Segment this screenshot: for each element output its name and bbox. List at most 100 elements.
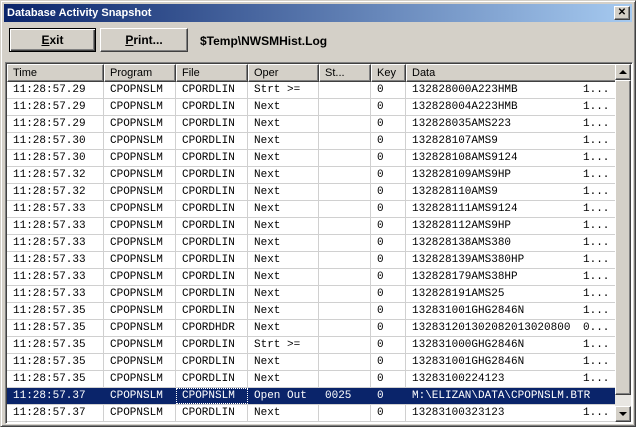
table-row[interactable]: 11:28:57.35 CPOPNSLM CPORDHDR Next 0 13283120… bbox=[7, 320, 617, 337]
print-mnemonic: P bbox=[125, 33, 134, 47]
cell-data-text: 13283100224123 bbox=[412, 373, 505, 385]
table-row[interactable]: 11:28:57.33 CPOPNSLM CPORDLIN Next 0 13282817… bbox=[7, 269, 617, 286]
cell-time: 11:28:57.35 bbox=[7, 354, 104, 370]
cell-file: CPORDLIN bbox=[176, 150, 248, 166]
column-header-oper[interactable]: Oper bbox=[248, 64, 319, 82]
cell-data-overflow: 1... bbox=[583, 237, 610, 249]
cell-data: 132828179AMS38HP 1... bbox=[406, 269, 617, 285]
cell-key: 0 bbox=[371, 167, 406, 183]
cell-key: 0 bbox=[371, 286, 406, 302]
cell-program: CPOPNSLM bbox=[104, 303, 176, 319]
cell-time: 11:28:57.35 bbox=[7, 320, 104, 336]
cell-data: 132828000A223HMB 1... bbox=[406, 82, 617, 98]
cell-time: 11:28:57.33 bbox=[7, 201, 104, 217]
cell-key: 0 bbox=[371, 201, 406, 217]
cell-file: CPORDLIN bbox=[176, 167, 248, 183]
cell-status bbox=[319, 167, 371, 183]
cell-data-text: 132828110AMS9 bbox=[412, 186, 498, 198]
column-header-program[interactable]: Program bbox=[104, 64, 176, 82]
cell-time: 11:28:57.32 bbox=[7, 184, 104, 200]
exit-button[interactable]: Exit bbox=[9, 28, 96, 52]
cell-time: 11:28:57.35 bbox=[7, 303, 104, 319]
cell-oper: Next bbox=[248, 371, 319, 387]
table-row[interactable]: 11:28:57.30 CPOPNSLM CPORDLIN Next 0 13282810… bbox=[7, 150, 617, 167]
cell-time: 11:28:57.37 bbox=[7, 405, 104, 421]
cell-time: 11:28:57.29 bbox=[7, 99, 104, 115]
cell-status bbox=[319, 303, 371, 319]
cell-data: 132828139AMS380HP 1... bbox=[406, 252, 617, 268]
cell-time: 11:28:57.29 bbox=[7, 116, 104, 132]
cell-data: 132831000GHG2846N 1... bbox=[406, 337, 617, 353]
table-row[interactable]: 11:28:57.30 CPOPNSLM CPORDLIN Next 0 13282810… bbox=[7, 133, 617, 150]
cell-data-text: 132828107AMS9 bbox=[412, 135, 498, 147]
close-icon: ✕ bbox=[617, 7, 627, 18]
cell-data-text: 132828111AMS9124 bbox=[412, 203, 518, 215]
cell-data-text: 132828108AMS9124 bbox=[412, 152, 518, 164]
cell-key: 0 bbox=[371, 269, 406, 285]
activity-list[interactable]: Time Program File Oper St... Key Data 11… bbox=[5, 62, 633, 424]
toolbar: Exit Print... $Temp\NWSMHist.Log bbox=[1, 25, 636, 59]
cell-file: CPORDLIN bbox=[176, 133, 248, 149]
cell-file: CPORDLIN bbox=[176, 405, 248, 421]
cell-data: 132831201302082013020800 0... bbox=[406, 320, 617, 336]
column-header-data[interactable]: Data bbox=[406, 64, 617, 82]
cell-status bbox=[319, 405, 371, 421]
cell-oper: Next bbox=[248, 320, 319, 336]
scroll-up-button[interactable] bbox=[615, 64, 631, 80]
list-rows: 11:28:57.29 CPOPNSLM CPORDLIN Strt >= 0 13282… bbox=[7, 82, 617, 422]
cell-program: CPOPNSLM bbox=[104, 320, 176, 336]
scroll-thumb[interactable] bbox=[615, 80, 631, 395]
cell-key: 0 bbox=[371, 388, 406, 404]
cell-data-text: 13283100323123 bbox=[412, 407, 505, 419]
table-row[interactable]: 11:28:57.32 CPOPNSLM CPORDLIN Next 0 13282811… bbox=[7, 184, 617, 201]
cell-key: 0 bbox=[371, 184, 406, 200]
cell-data-overflow: 1... bbox=[583, 339, 610, 351]
scroll-down-button[interactable] bbox=[615, 406, 631, 422]
cell-program: CPOPNSLM bbox=[104, 286, 176, 302]
column-header-time[interactable]: Time bbox=[7, 64, 104, 82]
cell-oper: Next bbox=[248, 133, 319, 149]
cell-data: 132828107AMS9 1... bbox=[406, 133, 617, 149]
table-row[interactable]: 11:28:57.32 CPOPNSLM CPORDLIN Next 0 13282810… bbox=[7, 167, 617, 184]
cell-data-overflow: 1... bbox=[583, 271, 610, 283]
cell-program: CPOPNSLM bbox=[104, 218, 176, 234]
cell-key: 0 bbox=[371, 218, 406, 234]
cell-program: CPOPNSLM bbox=[104, 371, 176, 387]
table-row[interactable]: 11:28:57.35 CPOPNSLM CPORDLIN Next 0 13283100… bbox=[7, 303, 617, 320]
table-row[interactable]: 11:28:57.33 CPOPNSLM CPORDLIN Next 0 13282819… bbox=[7, 286, 617, 303]
cell-file: CPORDLIN bbox=[176, 286, 248, 302]
cell-file: CPORDHDR bbox=[176, 320, 248, 336]
cell-data-overflow: 1... bbox=[583, 288, 610, 300]
column-header-key[interactable]: Key bbox=[371, 64, 406, 82]
table-row[interactable]: 11:28:57.29 CPOPNSLM CPORDLIN Next 0 13282803… bbox=[7, 116, 617, 133]
table-row[interactable]: 11:28:57.35 CPOPNSLM CPORDLIN Next 0 13283100… bbox=[7, 371, 617, 388]
cell-program: CPOPNSLM bbox=[104, 133, 176, 149]
cell-file: CPORDLIN bbox=[176, 201, 248, 217]
column-header-status[interactable]: St... bbox=[319, 64, 371, 82]
cell-file: CPORDLIN bbox=[176, 82, 248, 98]
table-row[interactable]: 11:28:57.33 CPOPNSLM CPORDLIN Next 0 13282813… bbox=[7, 252, 617, 269]
table-row[interactable]: 11:28:57.33 CPOPNSLM CPORDLIN Next 0 13282813… bbox=[7, 235, 617, 252]
table-row[interactable]: 11:28:57.35 CPOPNSLM CPORDLIN Strt >= 0 13283… bbox=[7, 337, 617, 354]
cell-status bbox=[319, 371, 371, 387]
vertical-scrollbar[interactable] bbox=[615, 64, 631, 422]
table-row[interactable]: 11:28:57.37 CPOPNSLM CPORDLIN Next 0 13283100… bbox=[7, 405, 617, 422]
cell-data-text: 132828000A223HMB bbox=[412, 84, 518, 96]
cell-data-text: 132831001GHG2846N bbox=[412, 305, 525, 317]
table-row[interactable]: 11:28:57.33 CPOPNSLM CPORDLIN Next 0 13282811… bbox=[7, 201, 617, 218]
close-button[interactable]: ✕ bbox=[614, 6, 630, 20]
table-row[interactable]: 11:28:57.29 CPOPNSLM CPORDLIN Next 0 13282800… bbox=[7, 99, 617, 116]
cell-time: 11:28:57.37 bbox=[7, 388, 104, 404]
print-button[interactable]: Print... bbox=[100, 28, 188, 52]
table-row[interactable]: 11:28:57.37 CPOPNSLM CPOPNSLM Open Out 0025 0… bbox=[7, 388, 617, 405]
cell-data: 132831001GHG2846N 1... bbox=[406, 303, 617, 319]
cell-oper: Next bbox=[248, 235, 319, 251]
column-header-file[interactable]: File bbox=[176, 64, 248, 82]
cell-key: 0 bbox=[371, 82, 406, 98]
table-row[interactable]: 11:28:57.33 CPOPNSLM CPORDLIN Next 0 13282811… bbox=[7, 218, 617, 235]
cell-data-overflow: 1... bbox=[583, 101, 610, 113]
table-row[interactable]: 11:28:57.29 CPOPNSLM CPORDLIN Strt >= 0 13282… bbox=[7, 82, 617, 99]
table-row[interactable]: 11:28:57.35 CPOPNSLM CPORDLIN Next 0 13283100… bbox=[7, 354, 617, 371]
title-bar[interactable]: Database Activity Snapshot ✕ bbox=[4, 4, 632, 22]
cell-data-overflow: 1... bbox=[583, 152, 610, 164]
